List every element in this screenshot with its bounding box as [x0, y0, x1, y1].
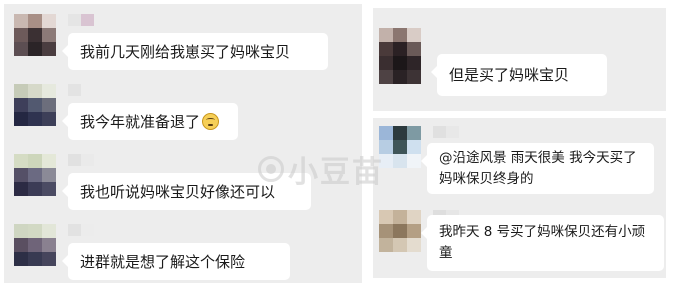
message-line-1: 我昨天 8 号买了妈咪保贝还有小顽: [439, 224, 646, 240]
chat-panel-right-top: 但是买了妈咪宝贝: [373, 8, 666, 111]
message-line-2: 童: [439, 245, 453, 261]
message-bubble: 我前几天刚给我崽买了妈咪宝贝: [62, 33, 328, 70]
avatar[interactable]: [379, 28, 421, 84]
awkward-smile-emoji-icon: [202, 113, 220, 130]
sender-name-blurred: [68, 84, 81, 96]
avatar[interactable]: [14, 84, 56, 126]
message-text: 我前几天刚给我崽买了妈咪宝贝: [80, 42, 291, 61]
message-bubble: 但是买了妈咪宝贝: [431, 54, 607, 96]
chat-panel-right-bottom: @沿途风景 雨天很美 我今天买了 妈咪保贝终身的 我昨天 8 号买了妈咪保贝还有…: [373, 118, 666, 278]
watermark: 小豆苗: [258, 147, 384, 191]
avatar[interactable]: [14, 224, 56, 266]
sender-name-blurred: [68, 14, 94, 26]
message-text: 但是买了妈咪宝贝: [449, 66, 570, 84]
message-text: 我也听说妈咪宝贝好像还可以: [80, 182, 276, 201]
message-line-2: 妈咪保贝终身的: [439, 170, 534, 187]
sender-name-blurred: [68, 224, 94, 236]
message-line-1: @沿途风景 雨天很美 我今天买了: [439, 149, 637, 166]
message-text: 进群就是想了解这个保险: [80, 252, 246, 271]
message-bubble: 我今年就准备退了: [62, 103, 238, 140]
message-bubble: @沿途风景 雨天很美 我今天买了 妈咪保贝终身的: [421, 143, 654, 194]
message-bubble: 进群就是想了解这个保险: [62, 243, 290, 280]
avatar[interactable]: [379, 210, 421, 252]
avatar[interactable]: [379, 126, 421, 168]
message-text: 我今年就准备退了: [80, 112, 201, 131]
chat-panel-left: 我前几天刚给我崽买了妈咪宝贝 我今年就准备退了 我也听说妈咪宝贝好像还可以 进群…: [4, 4, 362, 283]
message-bubble: 我昨天 8 号买了妈咪保贝还有小顽 童: [421, 215, 664, 271]
avatar[interactable]: [14, 14, 56, 56]
sender-name-blurred: [68, 154, 94, 166]
bean-logo-icon: [258, 156, 284, 182]
avatar[interactable]: [14, 154, 56, 196]
watermark-text: 小豆苗: [288, 155, 384, 190]
sender-name-blurred: [433, 126, 459, 138]
